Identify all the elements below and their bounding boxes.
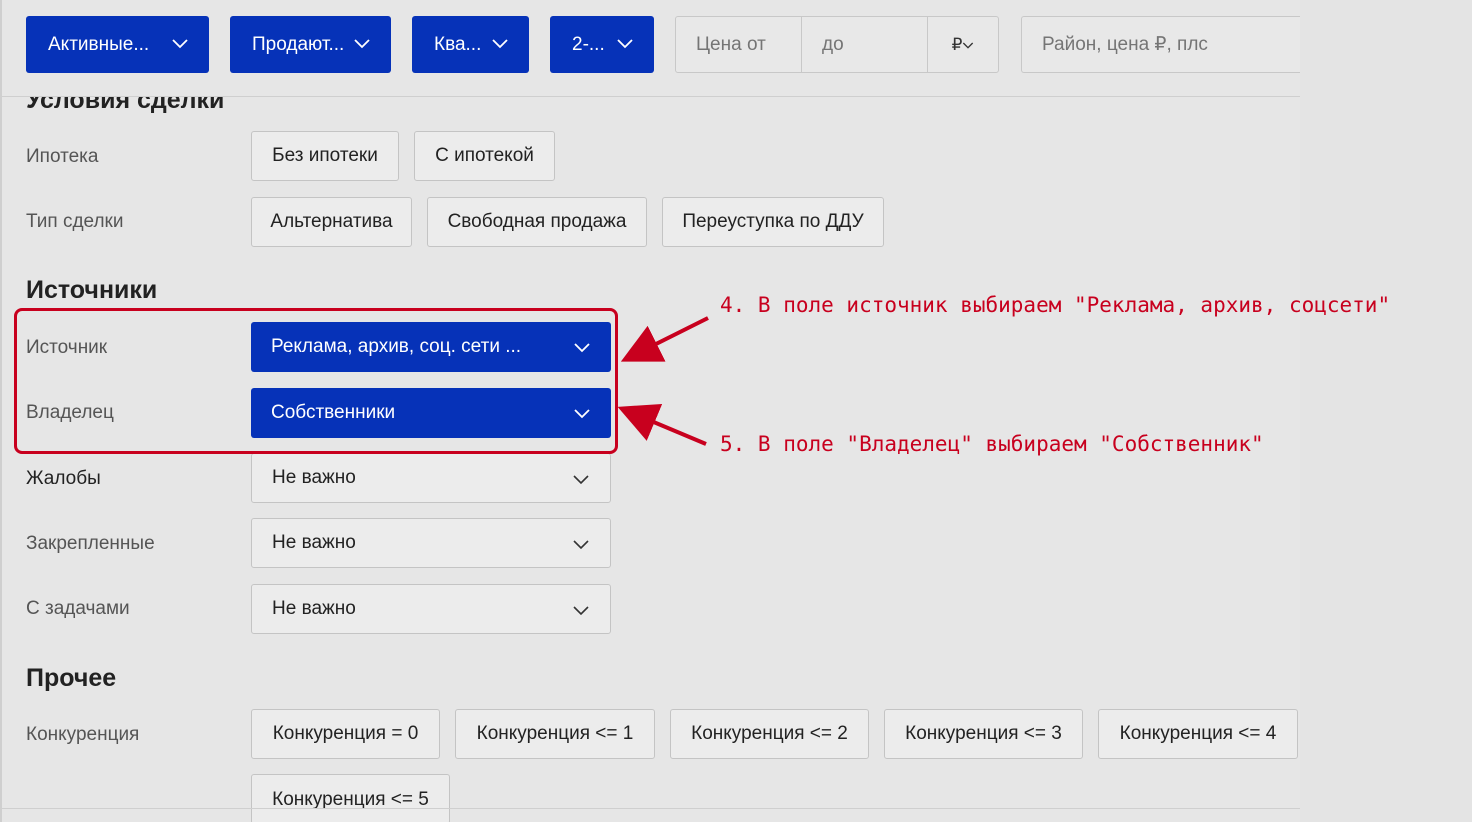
annotation-step-4: 4. В поле источник выбираем "Реклама, ар… [720,293,1391,317]
arrow-to-source [620,316,709,362]
annotation-step-5: 5. В поле "Владелец" выбираем "Собственн… [720,432,1264,456]
annotation-arrows [617,316,709,446]
arrow-to-owner [617,403,707,446]
